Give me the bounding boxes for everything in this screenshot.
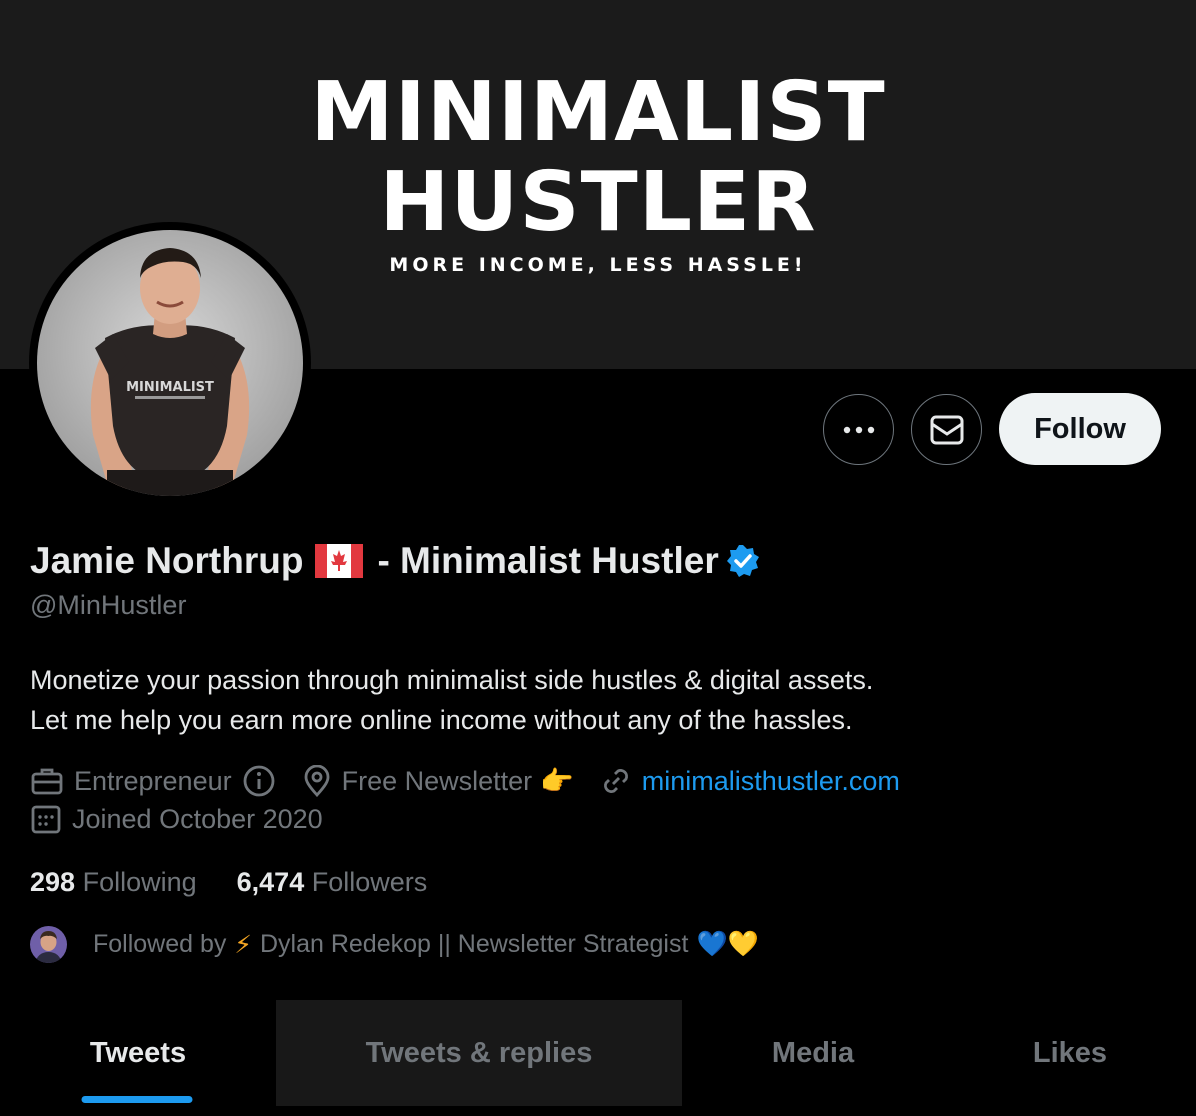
- more-horizontal-icon: [843, 426, 874, 433]
- location-pin-icon: [304, 765, 330, 797]
- following-count: 298: [30, 867, 76, 897]
- tab-media-label: Media: [771, 1036, 855, 1069]
- profile-meta-row: Entrepreneur Free Newsletter 👉 minimalis…: [30, 764, 926, 798]
- follow-button[interactable]: Follow: [999, 393, 1161, 465]
- avatar-image: MINIMALIST: [37, 230, 303, 496]
- avatar[interactable]: MINIMALIST: [37, 230, 303, 496]
- user-handle: @MinHustler: [30, 590, 187, 620]
- joined-label: Joined October 2020: [72, 803, 323, 834]
- more-options-button[interactable]: [823, 394, 894, 465]
- envelope-icon: [930, 415, 963, 444]
- followers-stat[interactable]: 6,474 Followers: [237, 867, 428, 898]
- display-name-second: - Minimalist Hustler: [377, 540, 719, 581]
- location-item: Free Newsletter 👉: [302, 765, 574, 797]
- tab-tweets-label: Tweets: [89, 1036, 187, 1069]
- following-stat[interactable]: 298 Following: [30, 867, 197, 898]
- link-icon: [603, 769, 628, 793]
- display-name-first: Jamie Northrup: [30, 540, 304, 581]
- follower-avatar[interactable]: [30, 926, 67, 963]
- website-item[interactable]: minimalisthustler.com: [600, 765, 900, 797]
- profile-tabs: Tweets Tweets & replies Media Likes: [0, 1000, 1196, 1106]
- category-label: Entrepreneur: [74, 765, 232, 796]
- location-label: Free Newsletter: [341, 765, 533, 796]
- calendar-icon: [31, 805, 61, 834]
- display-name: Jamie Northrup - Minimalist Hustler: [30, 540, 761, 582]
- tab-tweets[interactable]: Tweets: [0, 1000, 276, 1106]
- tab-likes[interactable]: Likes: [944, 1000, 1196, 1106]
- joined-item: Joined October 2020: [30, 803, 323, 835]
- verified-badge-icon[interactable]: [725, 543, 761, 579]
- followed-by[interactable]: Followed by ⚡ Dylan Redekop || Newslette…: [30, 926, 759, 963]
- shirt-text: MINIMALIST: [126, 380, 214, 395]
- message-button[interactable]: [911, 394, 982, 465]
- bio: Monetize your passion through minimalist…: [30, 665, 874, 735]
- tab-media[interactable]: Media: [682, 1000, 944, 1106]
- followers-label: Followers: [311, 867, 428, 897]
- banner-title: MINIMALIST HUSTLER: [310, 65, 886, 250]
- followers-count: 6,474: [236, 867, 305, 897]
- follower-name: Dylan Redekop || Newsletter Strategist: [259, 930, 689, 958]
- pointing-hand-emoji: 👉: [540, 766, 574, 796]
- active-tab-indicator: [81, 1096, 193, 1103]
- follow-stats: 298 Following 6,474 Followers: [30, 867, 467, 898]
- joined-row: Joined October 2020: [30, 803, 349, 835]
- lightning-emoji: ⚡: [234, 930, 252, 959]
- tab-likes-label: Likes: [1032, 1036, 1108, 1069]
- canada-flag-icon: [315, 544, 364, 578]
- website-link[interactable]: minimalisthustler.com: [642, 766, 900, 797]
- tab-tweets-replies-label: Tweets & replies: [365, 1036, 593, 1069]
- info-icon[interactable]: [242, 764, 276, 798]
- tab-tweets-replies[interactable]: Tweets & replies: [276, 1000, 682, 1106]
- hearts-emoji: 💙💛: [696, 930, 759, 958]
- following-label: Following: [82, 867, 197, 897]
- briefcase-icon: [31, 768, 63, 795]
- category-item: Entrepreneur: [30, 764, 276, 798]
- followed-by-prefix: Followed by: [93, 930, 227, 958]
